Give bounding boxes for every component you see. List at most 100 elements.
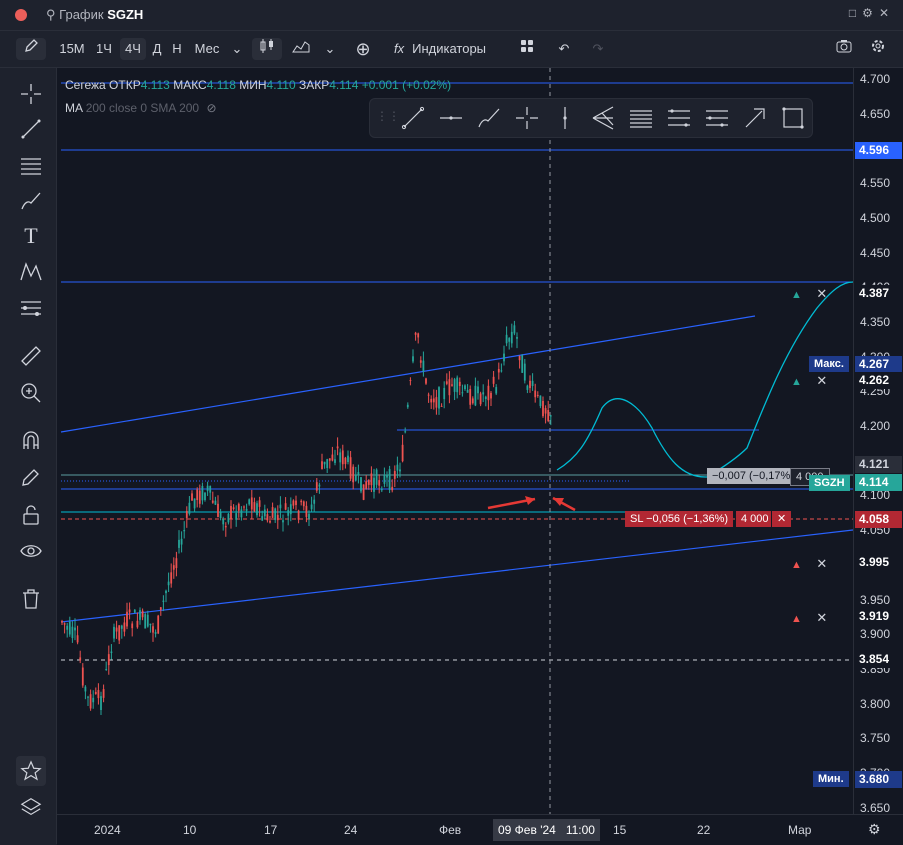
candle-body (224, 525, 227, 528)
candle-body (157, 615, 160, 634)
chart-type-dropdown[interactable]: ⌄ (322, 38, 338, 60)
close-icon[interactable]: ✕ (816, 556, 827, 571)
label-4262: 4.262 (855, 372, 902, 389)
hide-drawings-tool[interactable] (16, 536, 46, 566)
alert-4387[interactable]: ▲ ✕ (791, 285, 829, 301)
remove-drawings-tool[interactable] (16, 584, 46, 614)
eye-hidden-icon[interactable]: ⊘ (206, 101, 216, 115)
candle-body (79, 657, 82, 661)
interval-month[interactable]: Мес (190, 38, 224, 60)
gear-icon[interactable]: ⚙ (862, 6, 879, 20)
crosshair-tool[interactable] (16, 79, 46, 109)
trendline-tool-icon[interactable] (398, 103, 428, 133)
close-icon[interactable]: ✕ (816, 610, 827, 625)
stop-loss-tag[interactable]: SL −0,056 (−1,36%) (625, 511, 734, 527)
price-axis[interactable]: 4.7004.6504.6004.5504.5004.4504.4004.350… (853, 68, 903, 815)
rectangle-tool-icon[interactable] (778, 103, 808, 133)
ma-label: MA (65, 101, 83, 115)
close-window-button[interactable] (15, 9, 27, 21)
candle-body (432, 398, 435, 403)
brush-tool-icon[interactable] (474, 103, 504, 133)
pattern-icon (20, 262, 42, 281)
fib-retracement-icon[interactable] (664, 103, 694, 133)
interval-dropdown[interactable]: ⌄ (228, 38, 246, 60)
label-3919: 3.919 (855, 608, 902, 625)
brush-tool[interactable] (16, 186, 46, 216)
favorites-tool[interactable] (16, 756, 46, 786)
compare-button[interactable]: ⊕ (352, 38, 374, 60)
stay-drawing-tool[interactable] (16, 462, 46, 492)
horizontal-line-icon[interactable] (436, 103, 466, 133)
parallel-channel-icon[interactable] (626, 103, 656, 133)
candle-body (464, 385, 466, 390)
redo-button[interactable]: ↷ (588, 38, 608, 60)
candle-body (240, 509, 243, 518)
interval-4h[interactable]: 4Ч (120, 38, 146, 60)
alert-4262[interactable]: ▲ ✕ (791, 372, 829, 388)
candle-body (274, 508, 277, 520)
crosshair-time: 11:00 (565, 823, 595, 837)
undo-button[interactable]: ↶ (554, 38, 574, 60)
interval-week[interactable]: Н (168, 38, 186, 60)
alert-3919[interactable]: ▲ ✕ (791, 609, 829, 625)
candle-body (328, 458, 331, 461)
candles-series (61, 320, 552, 715)
close-icon[interactable]: ✕ (816, 373, 827, 388)
chart-pane[interactable]: Сегежа ОТКР4.113 МАКС4.118 МИН4.110 ЗАКР… (57, 68, 853, 814)
candle-body (110, 651, 113, 653)
symbol-legend[interactable]: Сегежа ОТКР4.113 МАКС4.118 МИН4.110 ЗАКР… (65, 78, 451, 92)
pitchfork-icon[interactable] (588, 103, 618, 133)
axis-settings-icon[interactable]: ⚙ (868, 821, 881, 838)
candle-body (487, 385, 490, 401)
candles-button[interactable] (252, 38, 282, 60)
stop-loss-qty[interactable]: 4 000 (735, 511, 774, 527)
time-axis[interactable]: 2024 10 17 24 Фев 09 Фев '24 11:00 15 22… (57, 814, 903, 845)
object-tree-tool[interactable] (16, 792, 46, 822)
pencil-button[interactable] (16, 38, 46, 60)
symbol-search[interactable]: ⚲ График SGZH (46, 7, 143, 23)
candle-body (237, 503, 240, 511)
candle-body (94, 691, 97, 694)
fib-tool[interactable] (16, 151, 46, 181)
stop-loss-close-button[interactable]: ✕ (771, 511, 792, 527)
lock-tool[interactable] (16, 500, 46, 530)
chart-type-button[interactable] (290, 38, 312, 60)
candle-body (523, 363, 526, 381)
ma-legend[interactable]: MA 200 close 0 SMA 200 ⊘ (65, 101, 217, 115)
candle-body (412, 356, 414, 362)
cross-line-icon[interactable] (512, 103, 542, 133)
candle-body (443, 387, 446, 400)
ruler-tool[interactable] (16, 341, 46, 371)
candle-body (193, 498, 196, 509)
pattern-tool[interactable] (16, 257, 46, 287)
interval-15m[interactable]: 15М (56, 38, 88, 60)
interval-1h[interactable]: 1Ч (90, 38, 118, 60)
chart-settings-button[interactable] (866, 38, 890, 60)
templates-button[interactable] (516, 38, 538, 60)
close-icon[interactable]: ✕ (879, 6, 895, 20)
candle-body (484, 396, 487, 399)
indicators-button[interactable]: fx Индикаторы (394, 38, 504, 60)
vertical-line-icon[interactable] (550, 103, 580, 133)
screenshot-button[interactable] (832, 38, 856, 60)
position-pnl-tag[interactable]: −0,007 (−0,17%) (707, 468, 799, 484)
magnet-tool[interactable] (16, 426, 46, 456)
trendline-upper[interactable] (60, 315, 756, 433)
zoom-tool[interactable] (16, 378, 46, 408)
candle-body (378, 480, 381, 486)
trash-icon (23, 589, 39, 609)
close-icon[interactable]: ✕ (816, 286, 827, 301)
maximize-icon[interactable]: □ (849, 6, 862, 20)
alert-3995[interactable]: ▲ ✕ (791, 555, 829, 571)
trendline-tool[interactable] (16, 114, 46, 144)
drag-handle-icon[interactable]: ⋮⋮ (376, 109, 400, 123)
fib-extension-icon[interactable] (702, 103, 732, 133)
price-chart[interactable] (57, 68, 853, 814)
interval-day[interactable]: Д (148, 38, 166, 60)
candle-body (315, 482, 318, 491)
candle-body (406, 404, 409, 408)
text-tool[interactable]: T (16, 221, 46, 251)
candle-body (66, 625, 69, 630)
forecast-tool[interactable] (16, 293, 46, 323)
arrow-tool-icon[interactable] (740, 103, 770, 133)
